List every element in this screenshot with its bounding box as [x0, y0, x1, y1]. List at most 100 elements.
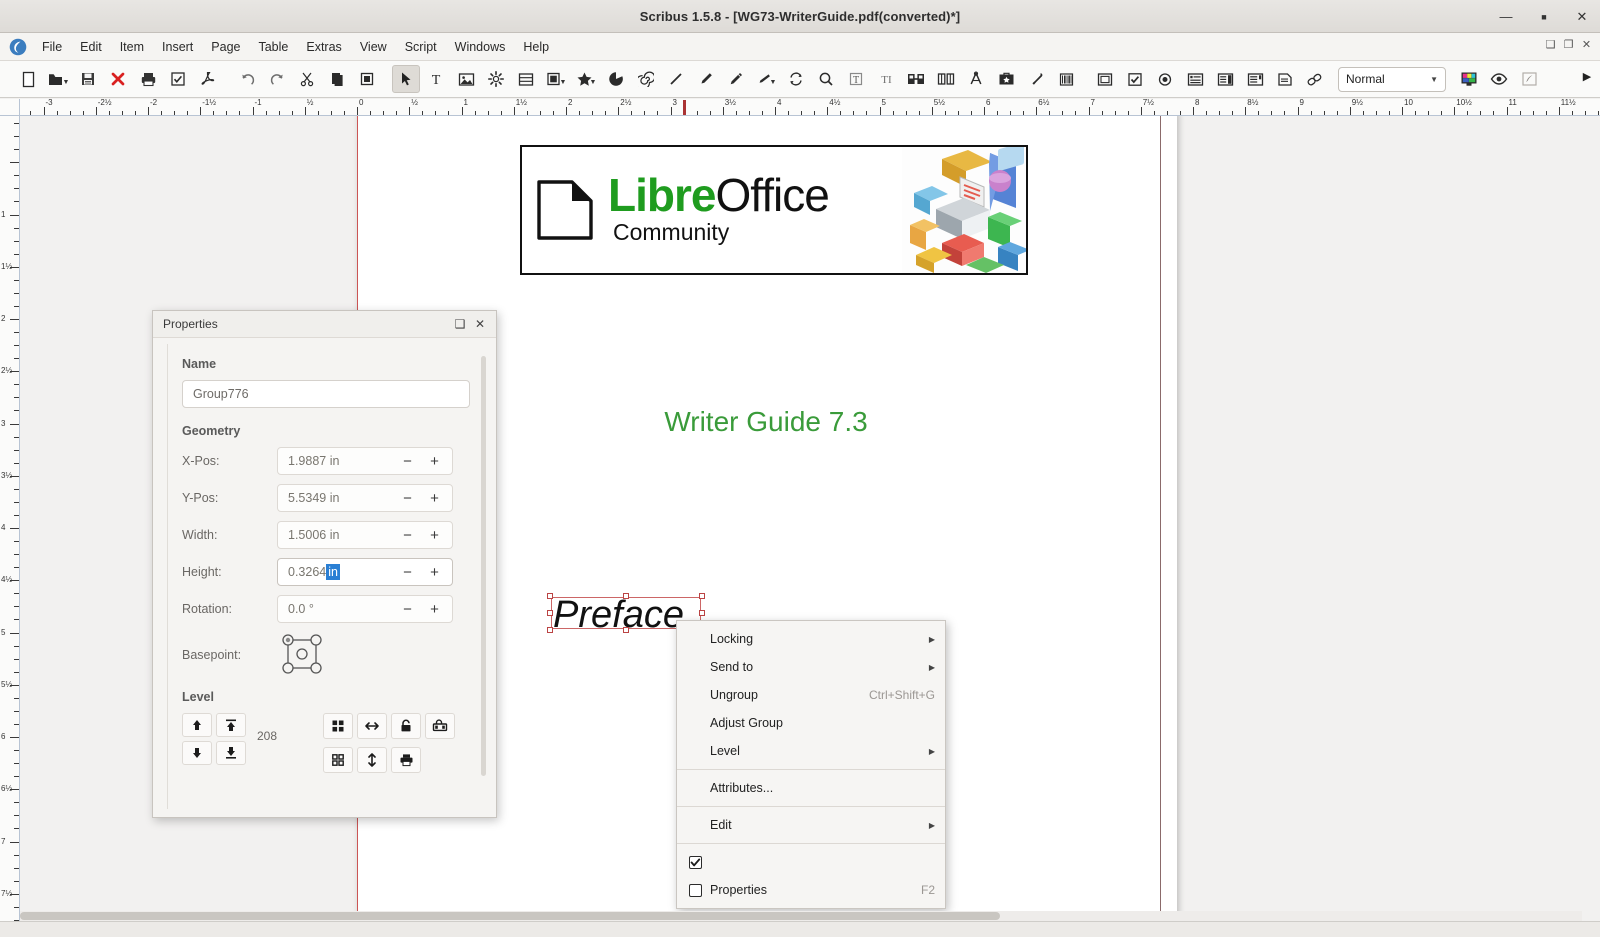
context-menu-item-attributes[interactable]: Attributes... — [677, 774, 945, 802]
insert-calligraphic-line-icon[interactable]: ▼ — [752, 65, 780, 93]
xpos-spinbox[interactable]: 1.9887 in − + — [277, 447, 453, 475]
pdf-combo-box-icon[interactable] — [1211, 65, 1239, 93]
edit-in-preview-mode-icon[interactable] — [1515, 65, 1543, 93]
item-name-input[interactable]: Group776 — [182, 380, 470, 408]
chevron-down-icon[interactable]: ▼ — [63, 79, 70, 86]
height-decrement-button[interactable]: − — [394, 561, 421, 583]
insert-shape-icon[interactable]: ▼ — [542, 65, 570, 93]
checkbox-checked-icon[interactable] — [689, 856, 702, 869]
resize-handle-s[interactable] — [623, 627, 629, 633]
paste-icon[interactable] — [353, 65, 381, 93]
resize-handle-sw[interactable] — [547, 627, 553, 633]
minimize-icon[interactable]: — — [1496, 7, 1516, 27]
pdf-link-annotation-icon[interactable] — [1301, 65, 1329, 93]
ypos-increment-button[interactable]: + — [421, 487, 448, 509]
insert-freehand-line-icon[interactable] — [722, 65, 750, 93]
flip-vertical-icon[interactable] — [357, 747, 387, 773]
mdi-restore-icon[interactable]: ❑ — [1543, 37, 1558, 52]
new-document-icon[interactable] — [14, 65, 42, 93]
flip-horizontal-icon[interactable] — [357, 713, 387, 739]
raise-item-icon[interactable] — [182, 713, 212, 737]
document-title-text[interactable]: Writer Guide 7.3 — [416, 406, 1116, 438]
disable-printing-icon[interactable] — [391, 747, 421, 773]
insert-table-icon[interactable] — [512, 65, 540, 93]
insert-bezier-curve-icon[interactable] — [692, 65, 720, 93]
edit-text-story-editor-icon[interactable]: TI — [872, 65, 900, 93]
chevron-down-icon[interactable]: ▼ — [1430, 75, 1438, 84]
menu-view[interactable]: View — [351, 36, 396, 58]
rotate-item-icon[interactable] — [782, 65, 810, 93]
close-icon[interactable]: ✕ — [1572, 7, 1592, 27]
menu-edit[interactable]: Edit — [71, 36, 111, 58]
height-spinbox[interactable]: 0.3264in − + — [277, 558, 453, 586]
insert-render-frame-icon[interactable] — [482, 65, 510, 93]
pdf-radio-button-icon[interactable] — [1151, 65, 1179, 93]
toolbar-overflow-button[interactable]: ▶ — [1578, 70, 1596, 83]
resize-handle-n[interactable] — [623, 593, 629, 599]
pdf-text-field-icon[interactable] — [1181, 65, 1209, 93]
raise-to-top-icon[interactable] — [216, 713, 246, 737]
libreoffice-logo-image-frame[interactable]: LibreOffice Community — [520, 145, 1028, 275]
close-document-icon[interactable] — [104, 65, 132, 93]
insert-spiral-icon[interactable] — [632, 65, 660, 93]
maximize-icon[interactable]: ■ — [1534, 7, 1554, 27]
menu-item[interactable]: Item — [111, 36, 153, 58]
pdf-list-box-icon[interactable] — [1241, 65, 1269, 93]
vertical-ruler[interactable]: 11½22½33½44½55½66½77½ — [0, 116, 20, 921]
link-text-frames-icon[interactable] — [902, 65, 930, 93]
cut-icon[interactable] — [293, 65, 321, 93]
preflight-verifier-icon[interactable] — [164, 65, 192, 93]
properties-panel[interactable]: Properties ❑ ✕ Name Group776 Geometry X-… — [152, 310, 497, 818]
resize-handle-nw[interactable] — [547, 593, 553, 599]
menu-file[interactable]: File — [33, 36, 71, 58]
menu-insert[interactable]: Insert — [153, 36, 202, 58]
menu-page[interactable]: Page — [202, 36, 249, 58]
height-increment-button[interactable]: + — [421, 561, 448, 583]
insert-polygon-icon[interactable]: ▼ — [572, 65, 600, 93]
copy-icon[interactable] — [323, 65, 351, 93]
chevron-down-icon[interactable]: ▼ — [590, 79, 597, 86]
rotation-decrement-button[interactable]: − — [394, 598, 421, 620]
properties-panel-scrollbar[interactable] — [481, 356, 486, 776]
undo-icon[interactable] — [233, 65, 261, 93]
insert-text-frame-icon[interactable]: T — [422, 65, 450, 93]
pdf-annotation-icon[interactable] — [1271, 65, 1299, 93]
pdf-push-button-icon[interactable] — [1091, 65, 1119, 93]
barcode-icon[interactable] — [1052, 65, 1080, 93]
resize-handle-e[interactable] — [699, 610, 705, 616]
export-pdf-icon[interactable] — [194, 65, 222, 93]
item-context-menu[interactable]: Locking ▶ Send to ▶ Ungroup Ctrl+Shift+G… — [676, 620, 946, 909]
context-menu-item-locking[interactable]: Locking ▶ — [677, 625, 945, 653]
insert-image-frame-icon[interactable] — [452, 65, 480, 93]
rotation-increment-button[interactable]: + — [421, 598, 448, 620]
mdi-close-icon[interactable]: ✕ — [1579, 37, 1594, 52]
lower-to-bottom-icon[interactable] — [216, 741, 246, 765]
ruler-corner[interactable] — [0, 99, 20, 116]
properties-panel-restore-icon[interactable]: ❑ — [450, 314, 470, 334]
checkbox-unchecked-icon[interactable] — [689, 884, 702, 897]
horizontal-scrollbar-thumb[interactable] — [20, 912, 1000, 920]
rotation-spinbox[interactable]: 0.0 ° − + — [277, 595, 453, 623]
width-increment-button[interactable]: + — [421, 524, 448, 546]
context-menu-item-send-to[interactable]: Send to ▶ — [677, 653, 945, 681]
ungroup-icon[interactable] — [323, 747, 353, 773]
zoom-icon[interactable] — [812, 65, 840, 93]
horizontal-ruler[interactable]: -3-2½-2-1½-1½0½11½22½33½44½55½66½77½88½9… — [20, 99, 1600, 116]
group-icon[interactable] — [323, 713, 353, 739]
menu-table[interactable]: Table — [249, 36, 297, 58]
redo-icon[interactable] — [263, 65, 291, 93]
ypos-decrement-button[interactable]: − — [394, 487, 421, 509]
lock-size-icon[interactable] — [425, 713, 455, 739]
width-spinbox[interactable]: 1.5006 in − + — [277, 521, 453, 549]
lock-item-icon[interactable] — [391, 713, 421, 739]
resize-handle-ne[interactable] — [699, 593, 705, 599]
visual-appearance-select[interactable]: Normal ▼ — [1338, 67, 1446, 92]
width-decrement-button[interactable]: − — [394, 524, 421, 546]
xpos-decrement-button[interactable]: − — [394, 450, 421, 472]
print-icon[interactable] — [134, 65, 162, 93]
context-menu-item-adjust-group[interactable]: Adjust Group — [677, 709, 945, 737]
edit-contents-icon[interactable]: T — [842, 65, 870, 93]
properties-panel-header[interactable]: Properties ❑ ✕ — [153, 311, 496, 338]
properties-panel-close-icon[interactable]: ✕ — [470, 314, 490, 334]
menu-script[interactable]: Script — [396, 36, 446, 58]
